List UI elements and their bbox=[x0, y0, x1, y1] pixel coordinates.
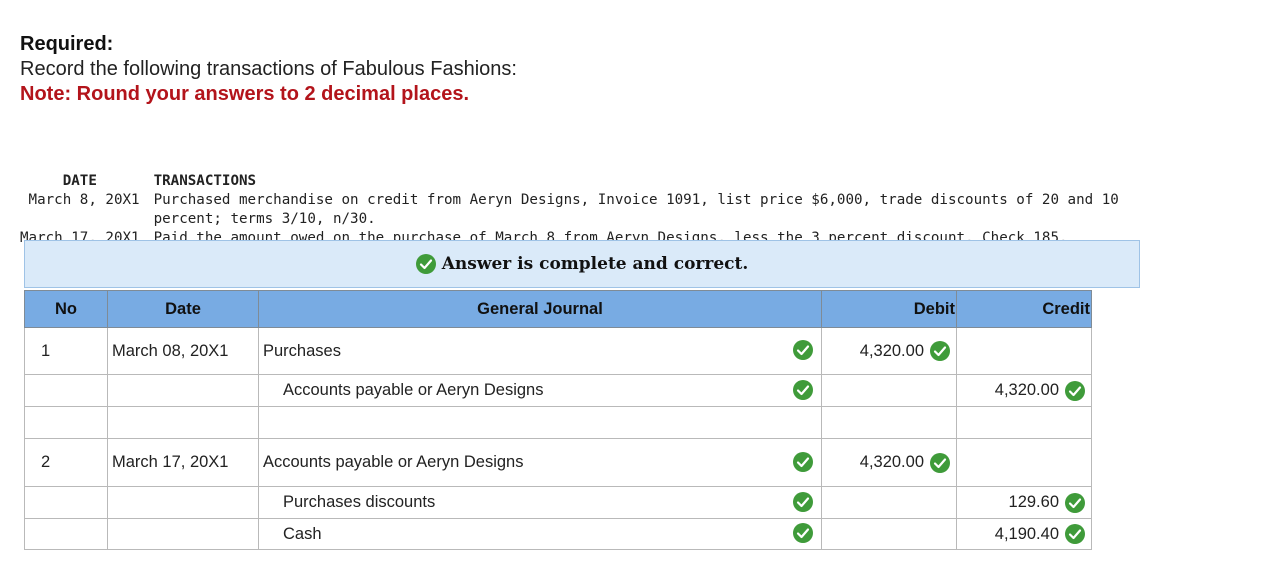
transaction-date: March 8, 20X1 bbox=[28, 192, 140, 208]
journal-debit-cell[interactable] bbox=[821, 406, 957, 439]
journal-credit: 4,320.00 bbox=[994, 381, 1059, 399]
journal-debit-cell[interactable]: 4,320.00 bbox=[821, 438, 957, 487]
journal-date[interactable]: March 08, 20X1 bbox=[107, 327, 259, 375]
check-circle-icon bbox=[930, 341, 950, 361]
journal-account-cell[interactable]: Cash bbox=[258, 518, 822, 550]
journal-account-cell[interactable]: Purchases bbox=[258, 327, 822, 375]
journal-date[interactable]: March 17, 20X1 bbox=[107, 438, 259, 487]
journal-credit-cell[interactable]: 4,190.40 bbox=[956, 518, 1092, 550]
journal-row: Purchases discounts 129.60 bbox=[24, 486, 1092, 519]
check-circle-icon bbox=[793, 451, 813, 472]
journal-date[interactable] bbox=[107, 518, 259, 550]
check-circle-icon bbox=[793, 340, 813, 360]
journal-row: Cash 4,190.40 bbox=[24, 518, 1092, 550]
journal-no bbox=[24, 486, 108, 519]
journal-debit: 4,320.00 bbox=[859, 453, 924, 471]
journal-date[interactable] bbox=[107, 486, 259, 519]
col-header-debit: Debit bbox=[821, 290, 957, 328]
journal-credit-cell[interactable] bbox=[956, 406, 1092, 439]
journal-account: Purchases discounts bbox=[283, 493, 436, 511]
journal-row bbox=[24, 406, 1092, 439]
check-circle-icon bbox=[415, 254, 436, 274]
journal-account: Cash bbox=[283, 524, 322, 543]
journal-debit-cell[interactable] bbox=[821, 486, 957, 519]
journal-credit: 4,190.40 bbox=[994, 524, 1059, 543]
journal-debit-cell[interactable] bbox=[821, 518, 957, 550]
rounding-note: Note: Round your answers to 2 decimal pl… bbox=[20, 83, 470, 105]
journal-row: 2 March 17, 20X1 Accounts payable or Aeryn… bbox=[24, 438, 1092, 487]
journal-credit: 129.60 bbox=[1008, 493, 1059, 511]
col-header-credit: Credit bbox=[956, 290, 1092, 328]
journal-row: Accounts payable or Aeryn Designs 4,320.0… bbox=[24, 374, 1092, 407]
journal-no bbox=[24, 406, 108, 439]
journal-row: 1 March 08, 20X1 Purchases 4,320.00 bbox=[24, 327, 1092, 375]
journal-debit-cell[interactable]: 4,320.00 bbox=[821, 327, 957, 375]
journal-credit-cell[interactable] bbox=[956, 438, 1092, 487]
journal-credit-cell[interactable]: 4,320.00 bbox=[956, 374, 1092, 407]
journal-date[interactable] bbox=[107, 374, 259, 407]
journal-no bbox=[24, 518, 108, 550]
check-circle-icon bbox=[793, 379, 813, 400]
journal-credit-cell[interactable]: 129.60 bbox=[956, 486, 1092, 519]
journal-account: Purchases bbox=[263, 341, 341, 360]
journal-account-cell[interactable] bbox=[258, 406, 822, 439]
journal-no: 2 bbox=[24, 438, 108, 487]
col-header-date: Date bbox=[107, 290, 259, 328]
journal-debit-cell[interactable] bbox=[821, 374, 957, 407]
journal-debit: 4,320.00 bbox=[859, 341, 924, 360]
transactions-column-header: TRANSACTIONS bbox=[153, 173, 257, 189]
instruction-text: Record the following transactions of Fab… bbox=[20, 58, 517, 80]
transaction-text: Purchased merchandise on credit from Aer… bbox=[153, 192, 1119, 227]
journal-no bbox=[24, 374, 108, 407]
answer-status-banner: Answer is complete and correct. bbox=[24, 240, 1140, 288]
journal-account: Accounts payable or Aeryn Designs bbox=[263, 453, 524, 471]
journal-account-cell[interactable]: Accounts payable or Aeryn Designs bbox=[258, 374, 822, 407]
date-column-header: DATE bbox=[62, 173, 97, 189]
check-circle-icon bbox=[1065, 492, 1085, 513]
journal-account: Accounts payable or Aeryn Designs bbox=[283, 381, 544, 399]
col-header-no: No bbox=[24, 290, 108, 328]
check-circle-icon bbox=[1065, 380, 1085, 401]
check-circle-icon bbox=[793, 491, 813, 512]
answer-status-text: Answer is complete and correct. bbox=[441, 254, 749, 274]
journal-account-cell[interactable]: Purchases discounts bbox=[258, 486, 822, 519]
check-circle-icon bbox=[1065, 524, 1085, 544]
col-header-general-journal: General Journal bbox=[258, 290, 822, 328]
required-heading: Required: bbox=[20, 33, 114, 55]
instructions: Required: Record the following transacti… bbox=[20, 32, 517, 107]
journal-date[interactable] bbox=[107, 406, 259, 439]
journal-credit-cell[interactable] bbox=[956, 327, 1092, 375]
general-journal-table: No Date General Journal Debit Credit 1 Ma… bbox=[24, 290, 1092, 550]
journal-account-cell[interactable]: Accounts payable or Aeryn Designs bbox=[258, 438, 822, 487]
check-circle-icon bbox=[930, 452, 950, 473]
check-circle-icon bbox=[793, 523, 813, 543]
journal-no: 1 bbox=[24, 327, 108, 375]
